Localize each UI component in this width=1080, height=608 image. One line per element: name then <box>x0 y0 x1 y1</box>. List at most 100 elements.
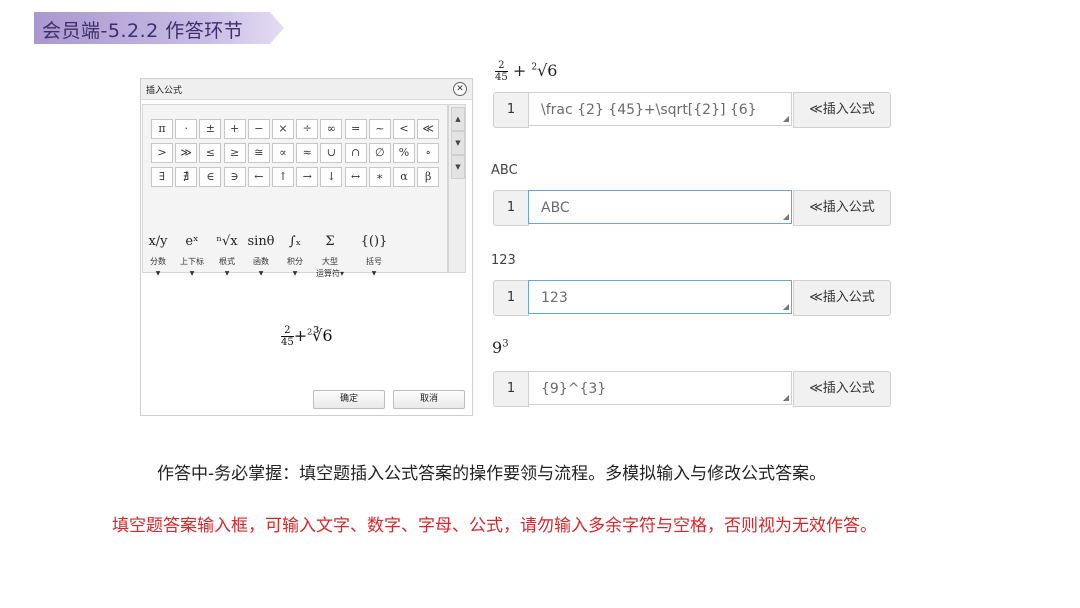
symbol-button[interactable]: ≅ <box>247 143 270 163</box>
formula-display-4: 93 <box>492 338 509 357</box>
symbol-button[interactable]: ← <box>247 167 270 187</box>
formula-preview[interactable]: 2 45 +2∛6 <box>281 325 333 348</box>
insert-formula-button[interactable]: ≪插入公式 <box>793 92 891 128</box>
symbol-button[interactable]: β <box>417 167 440 187</box>
category-label: 分数 <box>150 257 166 266</box>
formula-display-2: ABC <box>491 163 518 178</box>
symbol-button[interactable]: ∞ <box>320 119 343 139</box>
scroll-up-icon[interactable]: ▲ <box>451 107 465 131</box>
symbol-button[interactable]: ↑ <box>272 167 294 187</box>
symbol-button[interactable]: ~ <box>368 119 391 139</box>
answer-row-3: 1 123 ◢ ≪插入公式 <box>493 280 891 316</box>
category-label: 函数 <box>253 257 269 266</box>
ok-button[interactable]: 确定 <box>313 390 385 409</box>
chevron-down-icon[interactable]: ▼ <box>357 270 391 277</box>
symbol-button[interactable]: π <box>151 119 173 139</box>
category-icon: sinθ <box>247 234 275 249</box>
category-label: 括号 <box>366 257 382 266</box>
symbol-button[interactable]: + <box>223 119 246 139</box>
category-bar: x/y 分数 ▼ eˣ 上下标 ▼ ⁿ√x 根式 ▼ sinθ 函数 ▼ ∫ₓ 积分 ▼ Σ 大型 运算符▾ {()… <box>143 225 447 291</box>
category-1[interactable]: eˣ 上下标 ▼ <box>175 229 209 277</box>
category-4[interactable]: ∫ₓ 积分 ▼ <box>278 229 312 277</box>
category-label: 根式 <box>219 257 235 266</box>
symbol-button[interactable]: % <box>393 143 415 163</box>
chevron-down-icon[interactable]: ▼ <box>244 270 278 277</box>
resize-handle-icon[interactable]: ◢ <box>783 303 789 311</box>
category-icon: eˣ <box>185 234 199 249</box>
symbol-button[interactable]: ∄ <box>175 167 198 187</box>
resize-handle-icon[interactable]: ◢ <box>783 213 789 221</box>
symbol-button[interactable]: ≤ <box>199 143 222 163</box>
insert-formula-button[interactable]: ≪插入公式 <box>793 280 891 316</box>
row-index: 1 <box>493 190 529 226</box>
symbol-button[interactable]: ↓ <box>320 167 343 187</box>
preview-root: ∛6 <box>312 326 333 345</box>
chevron-down-icon[interactable]: 运算符▾ <box>313 268 347 279</box>
symbol-button[interactable]: > <box>151 143 173 163</box>
symbol-button[interactable]: ÷ <box>296 119 319 139</box>
symbol-button[interactable]: · <box>175 119 198 139</box>
symbol-button[interactable]: ∘ <box>417 143 440 163</box>
formula-toolbar: π · ± + − × ÷ ∞ = ~ < ≪ > ≫ ≤ ≥ ≅ ∝ ≈ ∪ ∩ ∅% ∘ ∃ ∄ ∈ ∋ ← ↑ → ↓ ↔ ∗ α β x/y… <box>142 104 448 278</box>
row-index: 1 <box>493 371 529 407</box>
symbol-button[interactable]: ∃ <box>151 167 173 187</box>
chevron-down-icon[interactable]: ▼ <box>210 270 244 277</box>
category-icon: Σ <box>325 234 335 249</box>
row-index: 1 <box>493 92 529 128</box>
symbol-button[interactable]: ∪ <box>320 143 343 163</box>
answer-input-3[interactable]: 123 ◢ <box>528 280 792 314</box>
row-index: 1 <box>493 280 529 316</box>
preview-plus: + <box>293 326 308 345</box>
symbol-button[interactable]: ∝ <box>272 143 294 163</box>
symbol-button[interactable]: ∩ <box>344 143 367 163</box>
category-2[interactable]: ⁿ√x 根式 ▼ <box>210 229 244 277</box>
answer-row-2: 1 ABC ◢ ≪插入公式 <box>493 190 891 226</box>
symbol-button[interactable]: ≫ <box>175 143 198 163</box>
category-6[interactable]: {()} 括号 ▼ <box>357 229 391 277</box>
resize-handle-icon[interactable]: ◢ <box>783 394 789 402</box>
symbol-button[interactable]: ∋ <box>223 167 246 187</box>
chevron-down-icon[interactable]: ▼ <box>278 270 312 277</box>
symbol-button[interactable]: < <box>393 119 415 139</box>
category-icon: ⁿ√x <box>216 234 238 249</box>
symbol-button[interactable]: ∅ <box>368 143 391 163</box>
chevron-down-icon[interactable]: ▼ <box>175 270 209 277</box>
category-label: 大型 <box>322 257 338 266</box>
symbol-button[interactable]: ≥ <box>223 143 246 163</box>
insert-formula-button[interactable]: ≪插入公式 <box>793 190 891 226</box>
cancel-button[interactable]: 取消 <box>393 390 465 409</box>
symbol-button[interactable]: ≈ <box>296 143 319 163</box>
category-icon: ∫ₓ <box>288 234 302 249</box>
symbol-button[interactable]: ± <box>199 119 222 139</box>
symbol-button[interactable]: ≪ <box>417 119 440 139</box>
symbol-button[interactable]: ↔ <box>344 167 367 187</box>
toolbar-scroll[interactable]: ▲ ▼ ▼ <box>448 104 466 273</box>
insert-formula-button[interactable]: ≪插入公式 <box>793 371 891 407</box>
symbol-button[interactable]: × <box>272 119 294 139</box>
answer-input-4[interactable]: {9}^{3} ◢ <box>528 371 792 405</box>
symbol-button[interactable]: ∈ <box>199 167 222 187</box>
title-banner: 会员端-5.2.2 作答环节 <box>34 12 284 44</box>
symbol-button[interactable]: α <box>393 167 415 187</box>
category-label: 积分 <box>287 257 303 266</box>
scroll-down-icon[interactable]: ▼ <box>451 131 465 155</box>
category-5[interactable]: Σ 大型运算符▾ <box>313 229 347 279</box>
scroll-more-icon[interactable]: ▼ <box>451 155 465 179</box>
formula-display-3: 123 <box>491 253 516 268</box>
chevron-down-icon[interactable]: ▼ <box>141 270 175 277</box>
category-3[interactable]: sinθ 函数 ▼ <box>244 229 278 277</box>
symbol-button[interactable]: → <box>296 167 319 187</box>
insert-formula-dialog: 插入公式 ✕ π · ± + − × ÷ ∞ = ~ < ≪ > ≫ ≤ ≥ ≅ ∝ ≈ ∪ ∩ ∅% ∘ ∃ ∄ ∈ ∋ ← ↑ → ↓ ↔… <box>140 78 473 416</box>
preview-fraction: 2 45 <box>281 325 294 348</box>
dialog-header: 插入公式 ✕ <box>141 79 472 100</box>
answer-input-2[interactable]: ABC ◢ <box>528 190 792 224</box>
answer-input-1[interactable]: \frac {2} {45}+\sqrt[{2}] {6} ◢ <box>528 92 792 126</box>
resize-handle-icon[interactable]: ◢ <box>783 115 789 123</box>
symbol-button[interactable]: = <box>344 119 367 139</box>
category-0[interactable]: x/y 分数 ▼ <box>141 229 175 277</box>
symbol-button[interactable]: − <box>247 119 270 139</box>
instruction-note: 作答中-务必掌握：填空题插入公式答案的操作要领与流程。多模拟输入与修改公式答案。 <box>157 464 827 484</box>
page-title: 会员端-5.2.2 作答环节 <box>42 20 244 42</box>
close-icon[interactable]: ✕ <box>453 82 467 96</box>
symbol-button[interactable]: ∗ <box>368 167 391 187</box>
